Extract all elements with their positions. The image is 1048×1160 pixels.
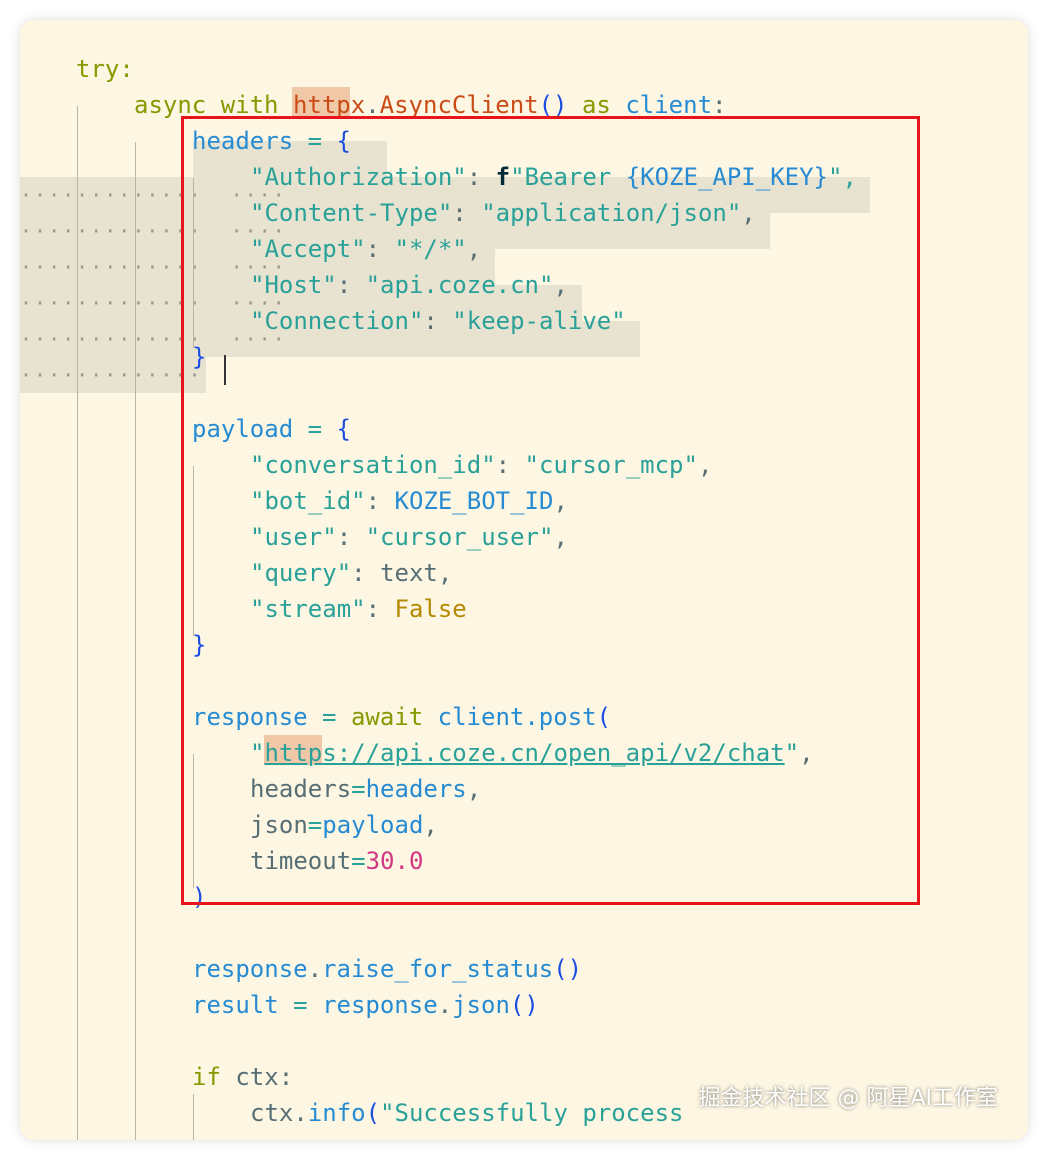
whitespace-markers: ············· [20, 363, 203, 387]
op-assign: = [278, 991, 323, 1019]
punct-dot: . [437, 991, 453, 1019]
punct-parens: () [538, 91, 568, 119]
string-value: "Successfully process [380, 1099, 684, 1127]
code-line: response.raise_for_status() [192, 951, 582, 987]
var-response: response [322, 991, 438, 1019]
call-json: json [452, 991, 510, 1019]
var-response: response [192, 955, 308, 983]
var-client: client [625, 91, 713, 119]
call-info: info [307, 1099, 366, 1127]
punct-parens: () [553, 955, 583, 983]
indent-guide [135, 142, 136, 1140]
punct-dot: . [365, 91, 380, 119]
var-ctx: ctx: [220, 1063, 294, 1091]
indent-guide [77, 106, 78, 1140]
punct-colon: : [712, 91, 727, 119]
keyword-as: as [581, 91, 611, 119]
keyword-try: try: [76, 55, 134, 83]
class-async-client: AsyncClient [379, 91, 539, 119]
indent-guide [193, 1094, 194, 1140]
code-line: try: [76, 51, 134, 87]
call-raise-for-status: raise_for_status [322, 955, 554, 983]
keyword-async-with: async with [134, 91, 279, 119]
var-ctx: ctx. [250, 1099, 308, 1127]
code-line: result = response.json() [192, 987, 539, 1023]
code-card: ············· ···· ············· ···· ··… [20, 20, 1028, 1140]
code-line: if ctx: [192, 1059, 293, 1095]
keyword-if: if [192, 1063, 221, 1091]
punct-parens: () [509, 991, 539, 1019]
code-editor: ············· ···· ············· ···· ··… [20, 20, 1028, 1140]
code-line: ctx.info("Successfully process [250, 1095, 683, 1131]
watermark: 掘金技术社区 @ 阿星AI工作室 [698, 1086, 998, 1111]
punct-paren: ( [365, 1099, 381, 1127]
var-result: result [192, 991, 279, 1019]
punct-dot: . [307, 955, 323, 983]
module-httpx: httpx [292, 91, 366, 119]
annotation-box [181, 116, 920, 905]
